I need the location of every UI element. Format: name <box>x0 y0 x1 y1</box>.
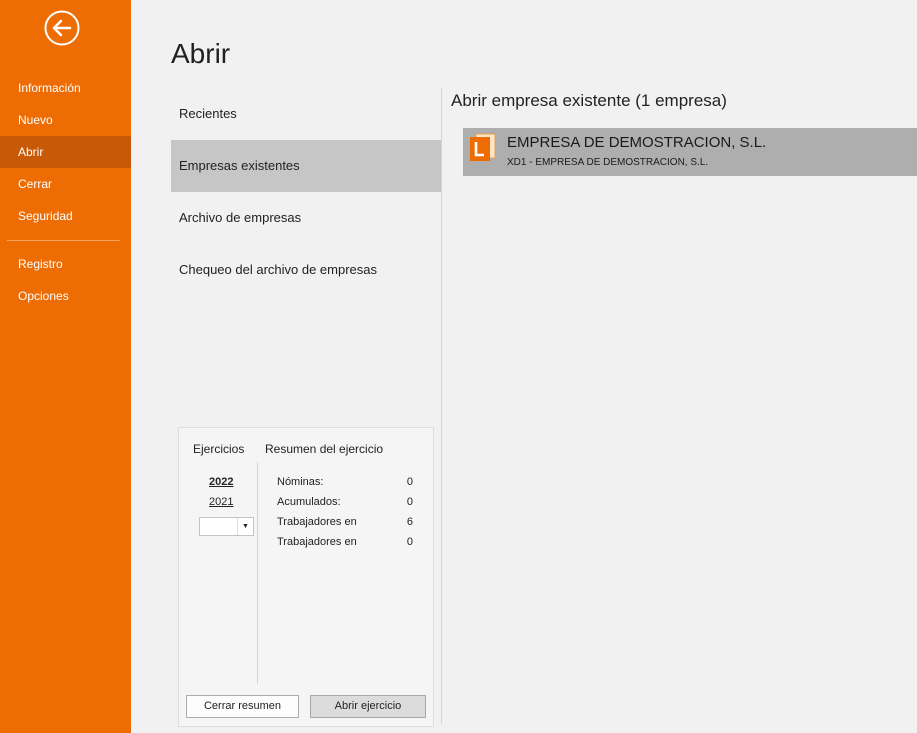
back-button[interactable] <box>44 10 80 46</box>
stat-label-trabajadores-1: Trabajadores en <box>277 516 357 528</box>
stat-value-acumulados: 0 <box>406 496 413 508</box>
chevron-down-icon[interactable]: ▼ <box>237 518 253 535</box>
year-link-2021[interactable]: 2021 <box>209 496 233 508</box>
nav-item-chequeo-archivo[interactable]: Chequeo del archivo de empresas <box>171 244 441 296</box>
stat-label-trabajadores-2: Trabajadores en <box>277 536 357 548</box>
sidebar-item-opciones[interactable]: Opciones <box>0 280 131 312</box>
sidebar-item-registro[interactable]: Registro <box>0 248 131 280</box>
nav-item-empresas-existentes[interactable]: Empresas existentes <box>171 140 441 192</box>
stat-value-nominas: 0 <box>406 476 413 488</box>
company-list-item[interactable]: EMPRESA DE DEMOSTRACION, S.L. XD1 - EMPR… <box>463 128 917 176</box>
company-code: XD1 - EMPRESA DE DEMOSTRACION, S.L. <box>507 157 709 168</box>
stat-label-acumulados: Acumulados: <box>277 496 341 508</box>
company-file-icon <box>469 133 497 163</box>
sidebar-item-cerrar[interactable]: Cerrar <box>0 168 131 200</box>
ejercicios-label: Ejercicios <box>193 442 245 456</box>
stat-value-trabajadores-1: 6 <box>406 516 413 528</box>
resumen-label: Resumen del ejercicio <box>265 442 384 456</box>
arrow-left-circle-icon <box>44 10 80 46</box>
company-name: EMPRESA DE DEMOSTRACION, S.L. <box>507 134 767 151</box>
section-heading: Abrir empresa existente (1 empresa) <box>451 91 727 110</box>
sidebar-item-seguridad[interactable]: Seguridad <box>0 200 131 232</box>
year-combobox[interactable]: ▼ <box>199 517 254 536</box>
backstage-sidebar: Información Nuevo Abrir Cerrar Seguridad… <box>0 0 131 733</box>
cerrar-resumen-button[interactable]: Cerrar resumen <box>186 695 299 718</box>
ejercicios-panel: Ejercicios Resumen del ejercicio 2022 20… <box>178 427 434 727</box>
stat-label-nominas: Nóminas: <box>277 476 324 488</box>
nav-item-recientes[interactable]: Recientes <box>171 88 441 140</box>
year-link-2022[interactable]: 2022 <box>209 476 233 488</box>
abrir-ejercicio-button[interactable]: Abrir ejercicio <box>310 695 426 718</box>
sidebar-item-nuevo[interactable]: Nuevo <box>0 104 131 136</box>
panel-divider <box>441 88 442 724</box>
ejercicios-separator <box>257 462 258 684</box>
sidebar-item-abrir[interactable]: Abrir <box>0 136 131 168</box>
page-title: Abrir <box>171 38 231 69</box>
nav-item-archivo-de-empresas[interactable]: Archivo de empresas <box>171 192 441 244</box>
sidebar-item-informacion[interactable]: Información <box>0 72 131 104</box>
stat-value-trabajadores-2: 0 <box>406 536 413 548</box>
sidebar-divider <box>7 240 120 241</box>
